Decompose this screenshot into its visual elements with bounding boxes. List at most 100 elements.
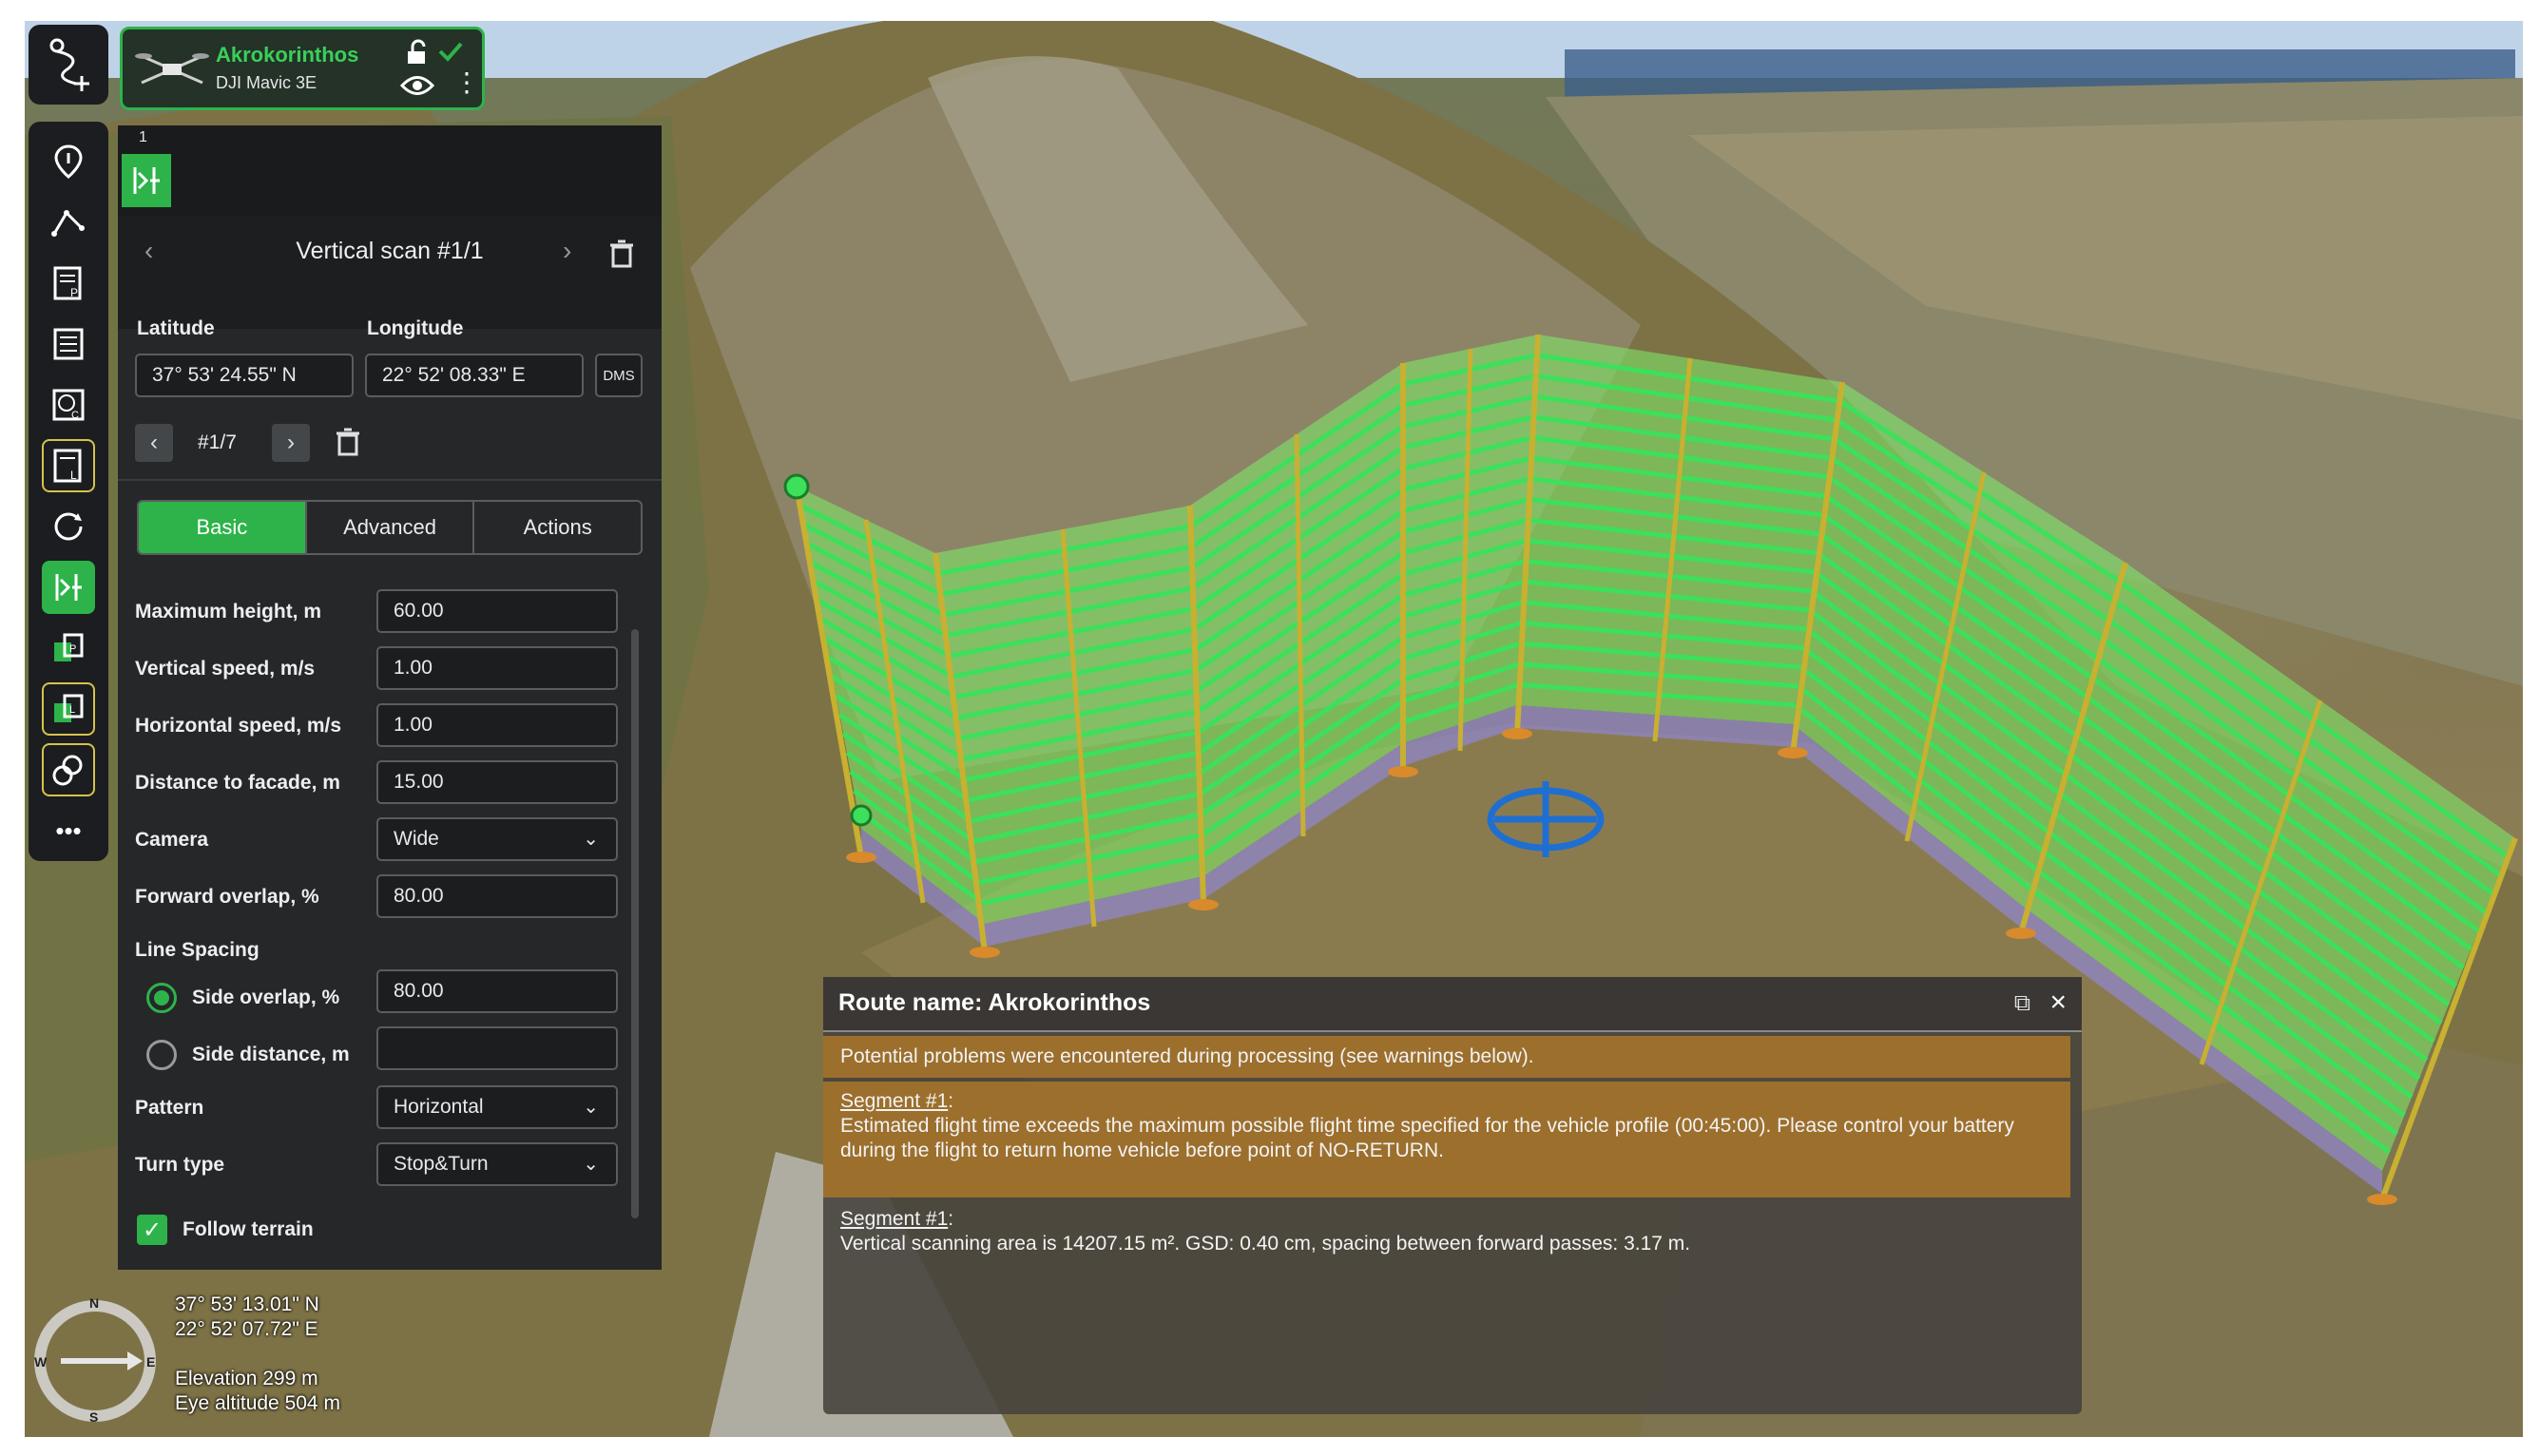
search-area-button[interactable] <box>42 743 95 796</box>
horizontal-speed-input[interactable]: 1.00 <box>376 703 618 747</box>
svg-text:L: L <box>70 469 77 482</box>
dms-toggle-button[interactable]: DMS <box>595 354 643 397</box>
unlock-icon[interactable] <box>404 39 431 66</box>
max-height-input[interactable]: 60.00 <box>376 589 618 633</box>
svg-text:C: C <box>71 410 79 421</box>
latitude-input[interactable]: 37° 53' 24.55" N <box>135 354 354 397</box>
route-warnings-dialog: Route name: Akrokorinthos ⧉ × Potential … <box>823 977 2082 1414</box>
search-area-icon <box>52 755 83 786</box>
linear-plan-button[interactable]: L <box>42 439 95 492</box>
route-add-button[interactable] <box>29 25 108 105</box>
max-height-label: Maximum height, m <box>135 601 322 623</box>
circle-grid-button[interactable]: C <box>42 378 95 431</box>
svg-text:L: L <box>69 704 75 716</box>
warning-item: Segment #1: Estimated flight time exceed… <box>823 1082 2070 1197</box>
forward-overlap-label: Forward overlap, % <box>135 886 319 908</box>
side-distance-radio[interactable] <box>146 1040 177 1070</box>
compass-west: W <box>34 1354 48 1370</box>
toolbar-rail: P C L P L ••• <box>29 122 108 861</box>
settings-tabs: Basic Advanced Actions <box>137 500 643 555</box>
tab-advanced[interactable]: Advanced <box>307 502 475 553</box>
cursor-latitude: 37° 53' 13.01" N <box>175 1293 319 1315</box>
vertical-speed-label: Vertical speed, m/s <box>135 658 316 680</box>
distance-to-facade-label: Distance to facade, m <box>135 772 340 794</box>
vertical-scan-button[interactable] <box>42 561 95 614</box>
segment-link[interactable]: Segment #1 <box>840 1090 948 1112</box>
pattern-value: Horizontal <box>394 1096 484 1118</box>
forward-overlap-input[interactable]: 80.00 <box>376 874 618 918</box>
scan-header <box>118 217 662 329</box>
vertical-scan-icon <box>133 167 160 194</box>
circle-grid-icon: C <box>52 389 85 421</box>
waypoint-index: 1 <box>139 129 147 145</box>
eye-icon[interactable] <box>400 73 434 98</box>
camera-label: Camera <box>135 829 209 851</box>
vehicle-card[interactable]: Akrokorinthos DJI Mavic 3E ⋮ <box>120 27 485 110</box>
chevron-down-icon: ⌄ <box>583 1097 599 1118</box>
chevron-down-icon: ⌄ <box>583 829 599 850</box>
waypoint-pin-icon <box>54 144 83 179</box>
vehicle-model: DJI Mavic 3E <box>216 73 317 92</box>
polyline-icon <box>51 210 85 237</box>
waypoint-button[interactable] <box>42 135 95 188</box>
longitude-input[interactable]: 22° 52' 08.33" E <box>365 354 584 397</box>
cursor-longitude: 22° 52' 07.72" E <box>175 1318 318 1340</box>
route-add-icon <box>49 38 89 91</box>
kebab-menu-icon[interactable]: ⋮ <box>453 69 480 96</box>
polyline-button[interactable] <box>42 196 95 249</box>
next-point-button[interactable]: › <box>272 424 310 462</box>
more-icon[interactable]: ••• <box>42 804 95 857</box>
side-overlap-radio[interactable] <box>146 983 177 1013</box>
elevation-readout: Elevation 299 m <box>175 1368 318 1389</box>
eye-altitude-readout: Eye altitude 504 m <box>175 1392 340 1414</box>
point-counter: #1/7 <box>198 431 237 453</box>
pattern-select[interactable]: Horizontal ⌄ <box>376 1085 618 1129</box>
info-item: Segment #1: Vertical scanning area is 14… <box>823 1207 2070 1256</box>
facade-photoplan-icon: P <box>54 633 84 661</box>
chevron-down-icon: ⌄ <box>583 1154 599 1175</box>
scan-title: Vertical scan #1/1 <box>296 238 484 264</box>
info-text: Vertical scanning area is 14207.15 m². G… <box>840 1233 1691 1255</box>
side-distance-input[interactable] <box>376 1026 618 1070</box>
photoplan-button[interactable]: P <box>42 257 95 310</box>
turn-type-value: Stop&Turn <box>394 1153 489 1175</box>
chevron-right-icon[interactable]: › <box>563 236 571 266</box>
warning-header: Potential problems were encountered duri… <box>823 1036 2070 1078</box>
distance-to-facade-input[interactable]: 15.00 <box>376 760 618 804</box>
follow-terrain-label: Follow terrain <box>183 1218 314 1240</box>
dialog-title-bar: Route name: Akrokorinthos ⧉ × <box>823 977 2082 1032</box>
previous-point-button[interactable]: ‹ <box>135 424 173 462</box>
facade-linear-icon: L <box>54 694 84 722</box>
svg-text:P: P <box>69 643 76 655</box>
segment-link[interactable]: Segment #1 <box>840 1208 948 1230</box>
panel-scrollbar[interactable] <box>631 629 639 1218</box>
delete-point-icon[interactable] <box>335 428 361 456</box>
latitude-label: Latitude <box>137 317 215 339</box>
compass-icon[interactable]: N S E W <box>29 1294 162 1427</box>
tab-basic[interactable]: Basic <box>139 502 307 553</box>
camera-select[interactable]: Wide ⌄ <box>376 817 618 861</box>
facade-linear-button[interactable]: L <box>42 682 95 736</box>
side-overlap-input[interactable]: 80.00 <box>376 969 618 1013</box>
list-icon <box>53 328 84 360</box>
circle-refresh-button[interactable] <box>42 500 95 553</box>
longitude-label: Longitude <box>367 317 464 339</box>
vertical-scan-tab[interactable] <box>122 154 171 207</box>
compass-east: E <box>146 1354 155 1370</box>
close-icon[interactable]: × <box>2049 987 2067 1019</box>
follow-terrain-checkbox[interactable]: ✓ <box>137 1215 167 1245</box>
route-name: Route name: Akrokorinthos <box>838 989 1151 1016</box>
tab-actions[interactable]: Actions <box>474 502 641 553</box>
vertical-speed-input[interactable]: 1.00 <box>376 646 618 690</box>
facade-photoplan-button[interactable]: P <box>42 622 95 675</box>
copy-icon[interactable]: ⧉ <box>2014 990 2030 1017</box>
circle-refresh-icon <box>54 512 83 541</box>
cursor-coordinates: 37° 53' 13.01" N 22° 52' 07.72" E Elevat… <box>175 1293 340 1416</box>
list-button[interactable] <box>42 317 95 371</box>
photoplan-icon: P <box>53 266 82 300</box>
waypoint-strip: 1 <box>118 125 662 217</box>
trash-icon[interactable] <box>608 239 635 268</box>
turn-type-label: Turn type <box>135 1154 225 1176</box>
turn-type-select[interactable]: Stop&Turn ⌄ <box>376 1142 618 1186</box>
check-icon <box>438 42 463 62</box>
